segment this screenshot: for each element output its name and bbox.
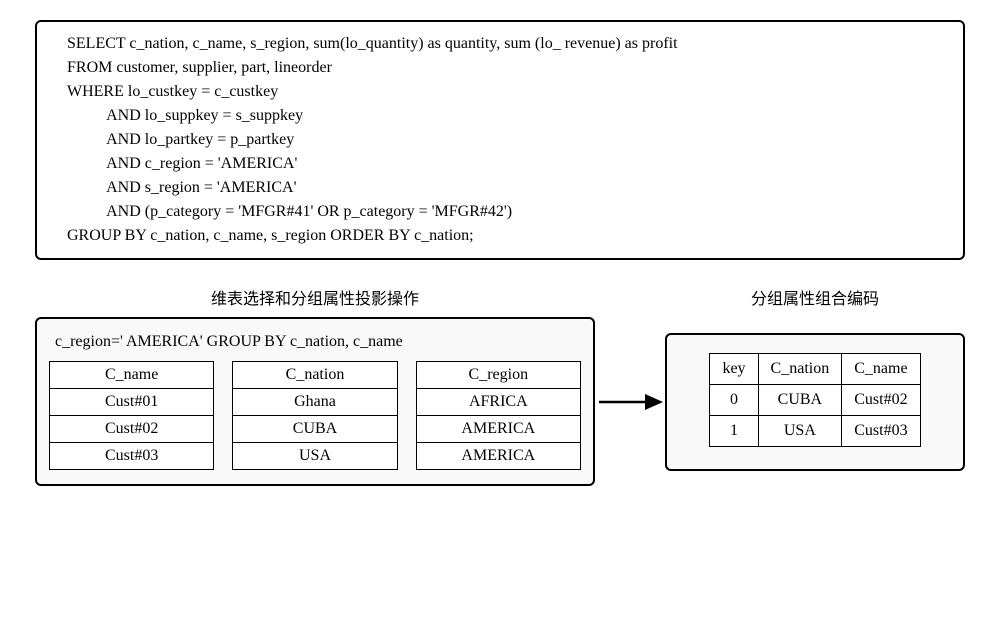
col-header: C_name bbox=[50, 362, 214, 389]
arrow-right-icon bbox=[595, 387, 665, 417]
col-header: C_nation bbox=[758, 353, 842, 384]
cell: Ghana bbox=[233, 389, 397, 416]
left-panel-header: c_region=' AMERICA' GROUP BY c_nation, c… bbox=[55, 333, 575, 351]
cell: AFRICA bbox=[416, 389, 580, 416]
cell: Cust#02 bbox=[50, 416, 214, 443]
sql-line: AND lo_partkey = p_partkey bbox=[67, 128, 933, 152]
sql-line: AND c_region = 'AMERICA' bbox=[67, 152, 933, 176]
cell: Cust#02 bbox=[842, 384, 920, 415]
sql-line: WHERE lo_custkey = c_custkey bbox=[67, 80, 933, 104]
sql-line: AND s_region = 'AMERICA' bbox=[67, 176, 933, 200]
col-header: C_name bbox=[842, 353, 920, 384]
cell: CUBA bbox=[758, 384, 842, 415]
col-header: C_region bbox=[416, 362, 580, 389]
sql-query-box: SELECT c_nation, c_name, s_region, sum(l… bbox=[35, 20, 965, 260]
mini-tables-row: C_name Cust#01 Cust#02 Cust#03 C_nation … bbox=[49, 361, 581, 470]
arrow-box bbox=[595, 387, 665, 417]
sql-line: FROM customer, supplier, part, lineorder bbox=[67, 56, 933, 80]
sql-line: AND lo_suppkey = s_suppkey bbox=[67, 104, 933, 128]
cell: 1 bbox=[710, 415, 758, 446]
key-encoding-table: key C_nation C_name 0 CUBA Cust#02 1 USA… bbox=[709, 353, 920, 447]
cell: Cust#03 bbox=[50, 443, 214, 470]
cell: 0 bbox=[710, 384, 758, 415]
panel-labels-row: 维表选择和分组属性投影操作 分组属性组合编码 bbox=[35, 285, 965, 309]
c-nation-table: C_nation Ghana CUBA USA bbox=[232, 361, 397, 470]
cell: Cust#01 bbox=[50, 389, 214, 416]
cell: AMERICA bbox=[416, 416, 580, 443]
group-encoding-panel: key C_nation C_name 0 CUBA Cust#02 1 USA… bbox=[665, 333, 965, 471]
sql-line: SELECT c_nation, c_name, s_region, sum(l… bbox=[67, 32, 933, 56]
sql-line: GROUP BY c_nation, c_name, s_region ORDE… bbox=[67, 224, 933, 248]
c-region-table: C_region AFRICA AMERICA AMERICA bbox=[416, 361, 581, 470]
cell: USA bbox=[758, 415, 842, 446]
right-panel-title: 分组属性组合编码 bbox=[665, 285, 965, 309]
cell: USA bbox=[233, 443, 397, 470]
sql-line: AND (p_category = 'MFGR#41' OR p_categor… bbox=[67, 200, 933, 224]
col-header: C_nation bbox=[233, 362, 397, 389]
dim-projection-panel: c_region=' AMERICA' GROUP BY c_nation, c… bbox=[35, 317, 595, 486]
diagram-row: c_region=' AMERICA' GROUP BY c_nation, c… bbox=[35, 317, 965, 486]
cell: CUBA bbox=[233, 416, 397, 443]
cell: Cust#03 bbox=[842, 415, 920, 446]
col-header: key bbox=[710, 353, 758, 384]
cell: AMERICA bbox=[416, 443, 580, 470]
c-name-table: C_name Cust#01 Cust#02 Cust#03 bbox=[49, 361, 214, 470]
left-panel-title: 维表选择和分组属性投影操作 bbox=[35, 285, 595, 309]
